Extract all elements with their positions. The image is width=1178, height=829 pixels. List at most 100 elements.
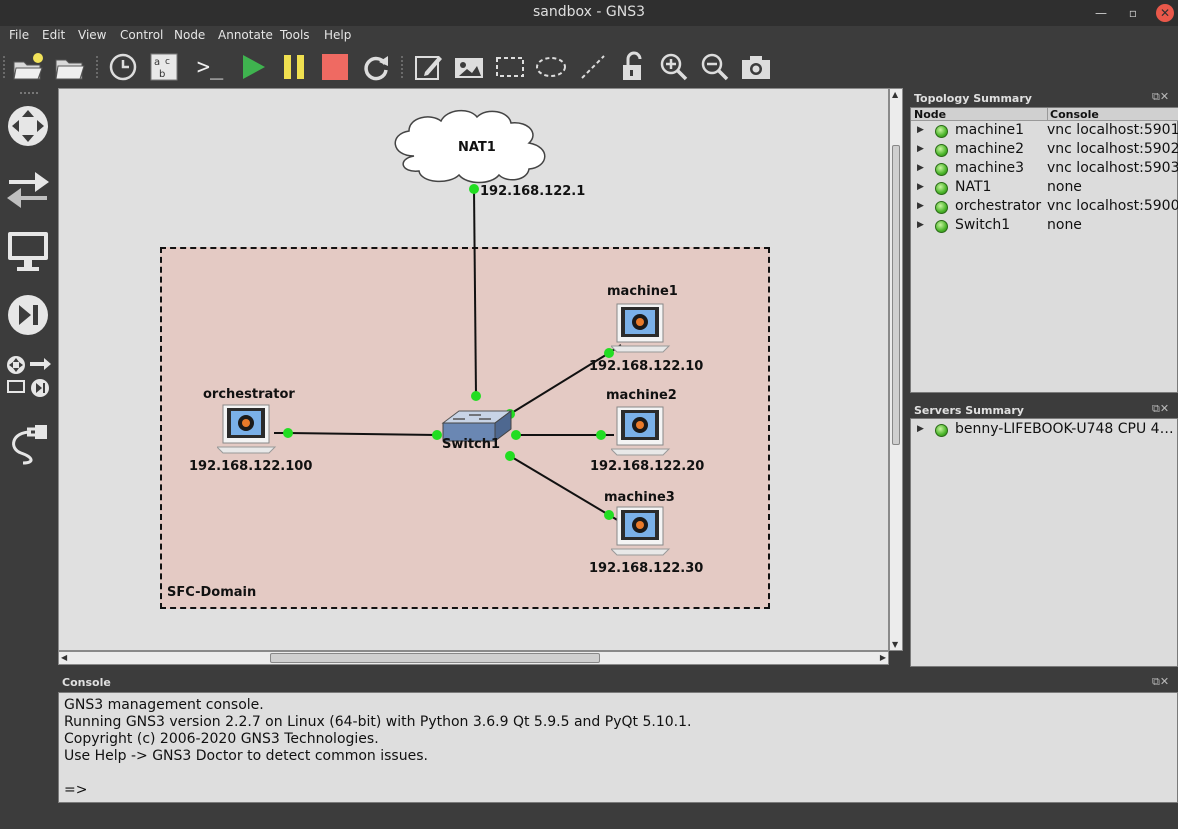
close-icon[interactable]: ✕ (1156, 4, 1174, 22)
orchestrator-node-icon[interactable] (217, 403, 277, 455)
expand-arrow-icon[interactable]: ▶ (917, 424, 924, 434)
menu-bar: File Edit View Control Node Annotate Too… (0, 26, 1178, 46)
nat1-label: NAT1 (458, 140, 496, 155)
reload-icon[interactable] (359, 50, 393, 84)
svg-text:a: a (154, 57, 160, 68)
scroll-right-icon[interactable]: ▶ (880, 653, 886, 662)
menu-view[interactable]: View (78, 28, 106, 42)
topology-row-switch1[interactable]: ▶ Switch1 none (911, 217, 1178, 236)
console-line: GNS3 management console. (64, 697, 264, 713)
menu-annotate[interactable]: Annotate (218, 28, 273, 42)
scroll-left-icon[interactable]: ◀ (61, 653, 67, 662)
machine2-label: machine2 (606, 388, 677, 403)
scroll-up-icon[interactable]: ▲ (892, 90, 898, 99)
minimize-icon[interactable]: — (1092, 4, 1110, 22)
unlock-icon[interactable] (616, 50, 650, 84)
horizontal-scroll-thumb[interactable] (270, 653, 600, 663)
rectangle-icon[interactable] (493, 50, 527, 84)
toolbar-separator (401, 56, 404, 78)
open-folder-new-icon[interactable] (11, 50, 45, 84)
management-console[interactable]: GNS3 management console. Running GNS3 ve… (58, 692, 1178, 803)
expand-arrow-icon[interactable]: ▶ (917, 182, 924, 192)
menu-node[interactable]: Node (174, 28, 205, 42)
machine2-node-icon[interactable] (611, 405, 671, 457)
machine3-ip-label: 192.168.122.30 (589, 561, 704, 576)
vertical-scroll-thumb[interactable] (892, 145, 900, 445)
canvas-horizontal-scrollbar[interactable]: ◀ ▶ (58, 651, 889, 665)
float-panel-icon[interactable]: ⧉✕ (1152, 90, 1169, 104)
link-endpoint (471, 391, 481, 401)
menu-control[interactable]: Control (120, 28, 163, 42)
nat1-ip-label: 192.168.122.1 (480, 184, 586, 199)
menu-tools[interactable]: Tools (280, 28, 310, 42)
switch1-label: Switch1 (442, 437, 501, 452)
node-console: vnc localhost:5902 (1047, 141, 1178, 157)
expand-arrow-icon[interactable]: ▶ (917, 163, 924, 173)
topology-summary-header (911, 108, 1178, 121)
topology-row-nat1[interactable]: ▶ NAT1 none (911, 179, 1178, 198)
zoom-out-icon[interactable] (698, 50, 732, 84)
machine3-label: machine3 (604, 490, 675, 505)
menu-file[interactable]: File (9, 28, 29, 42)
add-link-icon[interactable] (4, 418, 52, 466)
float-panel-icon[interactable]: ⧉✕ (1152, 402, 1169, 416)
status-led-icon (935, 182, 948, 195)
clock-icon[interactable] (106, 50, 140, 84)
topology-row-machine3[interactable]: ▶ machine3 vnc localhost:5903 (911, 160, 1178, 179)
link-endpoint (283, 428, 293, 438)
restore-icon[interactable]: ▫ (1124, 4, 1142, 22)
float-panel-icon[interactable]: ⧉✕ (1152, 675, 1169, 689)
image-icon[interactable] (452, 50, 486, 84)
open-folder-icon[interactable] (53, 50, 87, 84)
expand-arrow-icon[interactable]: ▶ (917, 201, 924, 211)
menu-edit[interactable]: Edit (42, 28, 65, 42)
ellipse-icon[interactable] (534, 50, 568, 84)
svg-text:c: c (165, 57, 170, 67)
node-name: orchestrator (955, 198, 1042, 214)
machine3-node-icon[interactable] (611, 505, 671, 557)
end-device-icon[interactable] (4, 227, 52, 275)
topology-row-machine1[interactable]: ▶ machine1 vnc localhost:5901 (911, 122, 1178, 141)
line-icon[interactable] (576, 50, 610, 84)
scroll-down-icon[interactable]: ▼ (892, 640, 898, 649)
console-prompt[interactable]: => (64, 782, 87, 798)
menu-help[interactable]: Help (324, 28, 351, 42)
expand-arrow-icon[interactable]: ▶ (917, 220, 924, 230)
topology-row-machine2[interactable]: ▶ machine2 vnc localhost:5902 (911, 141, 1178, 160)
device-dock (0, 88, 58, 668)
machine1-node-icon[interactable] (611, 302, 671, 354)
stop-icon[interactable] (318, 50, 352, 84)
expand-arrow-icon[interactable]: ▶ (917, 125, 924, 135)
toolbar: acb >_ (0, 46, 1178, 88)
topology-row-orchestrator[interactable]: ▶ orchestrator vnc localhost:5900 (911, 198, 1178, 217)
status-led-icon (935, 220, 948, 233)
topology-links (274, 109, 622, 522)
column-header-node[interactable]: Node (914, 108, 946, 121)
expand-arrow-icon[interactable]: ▶ (917, 144, 924, 154)
server-row[interactable]: ▶ benny-LIFEBOOK-U748 CPU 4… (911, 421, 1178, 440)
camera-icon[interactable] (739, 50, 773, 84)
edit-note-icon[interactable] (411, 50, 445, 84)
topology-canvas[interactable]: SFC-Domain NAT1 192.168.122.1 Switch1 or… (58, 88, 889, 651)
console-line: Running GNS3 version 2.2.7 on Linux (64-… (64, 714, 692, 730)
all-devices-icon[interactable] (4, 352, 52, 400)
terminal-icon[interactable]: >_ (193, 50, 227, 84)
link-nat-switch (473, 188, 477, 397)
router-icon[interactable] (4, 102, 52, 150)
link-endpoint (469, 184, 479, 194)
status-led-icon (935, 424, 948, 437)
canvas-vertical-scrollbar[interactable]: ▲ ▼ (889, 88, 903, 651)
column-header-console[interactable]: Console (1047, 108, 1099, 121)
machine1-label: machine1 (607, 284, 678, 299)
gns3-window: sandbox - GNS3 — ▫ ✕ File Edit View Cont… (0, 0, 1178, 829)
orchestrator-label: orchestrator (203, 387, 295, 402)
play-icon[interactable] (236, 50, 270, 84)
status-led-icon (935, 163, 948, 176)
security-device-icon[interactable] (4, 291, 52, 339)
pause-icon[interactable] (277, 50, 311, 84)
machine1-ip-label: 192.168.122.10 (589, 359, 704, 374)
zoom-in-icon[interactable] (657, 50, 691, 84)
abc-icon[interactable]: acb (147, 50, 181, 84)
node-console: vnc localhost:5903 (1047, 160, 1178, 176)
switch-icon[interactable] (4, 164, 52, 212)
